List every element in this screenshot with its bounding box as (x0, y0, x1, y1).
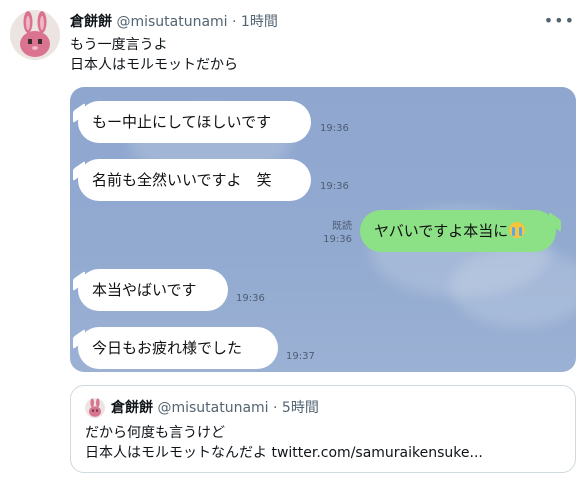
message-time: 19:36 (320, 123, 349, 134)
chat-bubble-received: 今日もお疲れ様でした (78, 327, 278, 369)
message-text: もー中止にしてほしいです (92, 113, 272, 131)
author-name[interactable]: 倉餅餅 (70, 14, 112, 30)
quoted-tweet-time: 5時間 (281, 400, 319, 416)
chat-screenshot-image[interactable]: もー中止にしてほしいです 19:36 名前も全然いいですよ 笑 19:36 既読… (70, 87, 576, 372)
quoted-tweet-header: 倉餅餅 @misutatunami · 5時間 (111, 398, 319, 418)
tweet-header: 倉餅餅 @misutatunami · 1時間 ••• (70, 12, 575, 32)
author-avatar[interactable] (10, 10, 60, 60)
quoted-author-avatar[interactable] (85, 398, 105, 418)
message-text: 本当やばいです (92, 281, 197, 299)
background-cloud (450, 247, 576, 327)
message-text: ヤバいですよ本当に (374, 222, 509, 240)
quoted-tweet-text: だから何度も言うけど 日本人はモルモットなんだよ twitter.com/sam… (85, 425, 483, 461)
chat-bubble-received: 名前も全然いいですよ 笑 (78, 159, 311, 201)
message-time: 19:36 (236, 293, 265, 304)
message-time: 19:36 (320, 181, 349, 192)
quoted-tweet[interactable]: 倉餅餅 @misutatunami · 5時間 だから何度も言うけど 日本人はモ… (70, 385, 576, 473)
message-time: 19:37 (286, 351, 315, 362)
bunny-icon (20, 11, 50, 57)
more-options-icon[interactable]: ••• (544, 12, 575, 30)
tweet-time[interactable]: 1時間 (241, 14, 278, 30)
message-text: 今日もお疲れ様でした (92, 339, 243, 357)
crying-face-icon (509, 222, 526, 238)
read-receipt: 既読 (332, 221, 352, 232)
message-text: 名前も全然いいですよ 笑 (92, 171, 272, 189)
chat-bubble-received: 本当やばいです (78, 269, 228, 311)
bunny-icon (89, 398, 101, 417)
tweet-text: もう一度言うよ 日本人はモルモットだから (70, 37, 238, 73)
author-handle[interactable]: @misutatunami (116, 14, 227, 30)
header-separator: · (232, 14, 237, 30)
chat-bubble-received: もー中止にしてほしいです (78, 101, 311, 143)
chat-bubble-sent: ヤバいですよ本当に (360, 210, 556, 252)
header-separator: · (273, 400, 278, 416)
quoted-author-name: 倉餅餅 (111, 400, 153, 416)
message-time: 19:36 (323, 234, 352, 245)
quoted-author-handle: @misutatunami (157, 400, 269, 416)
